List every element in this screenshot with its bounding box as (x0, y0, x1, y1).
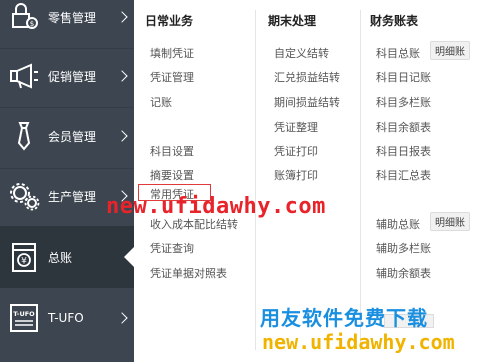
menu-item-account-general-ledger[interactable]: 科目总账 (376, 45, 420, 61)
sidebar-item-promotion[interactable]: 促销管理 (0, 45, 134, 107)
menu-item-exchange-carryover[interactable]: 汇兑损益结转 (274, 69, 340, 85)
tufo-icon: T-UFO (7, 301, 41, 335)
megaphone-icon (7, 59, 41, 93)
svg-text:¥: ¥ (21, 257, 27, 267)
chevron-right-icon (116, 11, 128, 23)
menu-item-voucher-management[interactable]: 凭证管理 (150, 69, 194, 85)
menu-item-voucher-query[interactable]: 凭证查询 (150, 240, 194, 256)
ledger-icon: ¥ (7, 240, 41, 274)
svg-text:T-UFO: T-UFO (13, 310, 35, 318)
menu-item-account-balance[interactable]: 科目余额表 (376, 119, 431, 135)
column-heading-financial-reports: 财务账表 (370, 14, 419, 28)
menu-item-summary-setup[interactable]: 摘要设置 (150, 167, 194, 183)
menu-item-voucher-tidy[interactable]: 凭证整理 (274, 119, 318, 135)
menu-item-voucher-document-table[interactable]: 凭证单据对照表 (150, 265, 227, 281)
tie-icon (7, 119, 41, 153)
sidebar-item-label: 零售管理 (48, 10, 97, 25)
sidebar-item-retail[interactable]: $ 零售管理 (0, 0, 134, 48)
column-heading-daily: 日常业务 (145, 14, 194, 28)
menu-item-posting[interactable]: 记账 (150, 94, 172, 110)
sidebar-item-label: 生产管理 (48, 189, 97, 204)
sidebar-item-label: 促销管理 (48, 69, 97, 84)
menu-item-account-daily-report[interactable]: 科目日报表 (376, 143, 431, 159)
chevron-right-icon (116, 70, 128, 82)
svg-text:$: $ (30, 20, 34, 28)
watermark-slogan: 用友软件免费下载 (260, 306, 428, 330)
menu-item-aux-general-ledger[interactable]: 辅助总账 (376, 216, 420, 232)
watermark-url-red: new.ufidawhy.com (106, 194, 326, 219)
retail-icon: $ (7, 0, 41, 34)
menu-item-period-pl-carryover[interactable]: 期间损益结转 (274, 94, 340, 110)
sidebar: $ 零售管理 促销管理 会员管理 生产管理 ¥ 总账 T-UFO T-UFO (0, 0, 134, 362)
menu-item-account-multicolumn[interactable]: 科目多栏账 (376, 94, 431, 110)
sidebar-item-member[interactable]: 会员管理 (0, 105, 134, 167)
gears-icon (7, 179, 41, 213)
column-separator (360, 10, 361, 350)
menu-item-ledger-print[interactable]: 账簿打印 (274, 167, 318, 183)
chevron-right-icon (116, 130, 128, 142)
active-indicator-arrow (124, 247, 134, 267)
chevron-right-icon (116, 312, 128, 324)
menu-item-account-setup[interactable]: 科目设置 (150, 143, 194, 159)
menu-item-aux-balance[interactable]: 辅助余额表 (376, 265, 431, 281)
menu-item-custom-carryover[interactable]: 自定义结转 (274, 45, 329, 61)
sidebar-item-label: 会员管理 (48, 129, 97, 144)
sidebar-item-general-ledger[interactable]: ¥ 总账 (0, 226, 134, 288)
column-separator (255, 10, 256, 350)
sidebar-item-tufo[interactable]: T-UFO T-UFO (0, 287, 134, 349)
menu-item-aux-multicolumn[interactable]: 辅助多栏账 (376, 240, 431, 256)
menu-item-account-journal[interactable]: 科目日记账 (376, 69, 431, 85)
watermark-url-yellow: new.ufidawhy.com (262, 330, 455, 354)
menu-item-fill-voucher[interactable]: 填制凭证 (150, 45, 194, 61)
aux-detail-ledger-button[interactable]: 明细账 (430, 212, 470, 231)
menu-item-voucher-print[interactable]: 凭证打印 (274, 143, 318, 159)
column-heading-period-end: 期末处理 (268, 14, 317, 28)
detail-ledger-button[interactable]: 明细账 (430, 41, 470, 60)
menu-item-account-summary[interactable]: 科目汇总表 (376, 167, 431, 183)
sidebar-item-label: T-UFO (48, 311, 84, 325)
sidebar-item-label: 总账 (48, 250, 73, 265)
